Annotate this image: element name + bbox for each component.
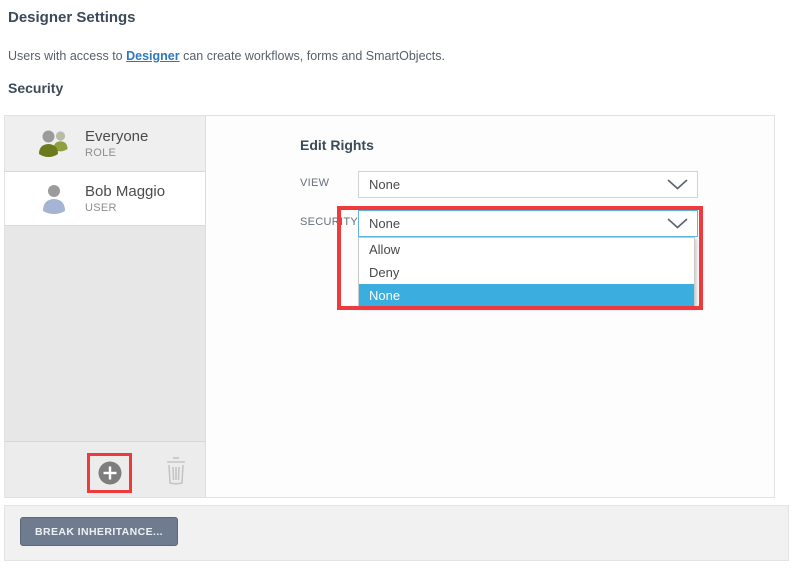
view-field-label: VIEW: [300, 177, 329, 189]
trash-icon: [162, 456, 190, 485]
dropdown-option-allow[interactable]: Allow: [359, 238, 694, 261]
security-field-label: SECURITY: [300, 216, 358, 228]
view-select-value: None: [369, 177, 667, 192]
page-title: Designer Settings: [8, 9, 136, 26]
delete-user-button[interactable]: [162, 455, 190, 485]
security-section-title: Security: [8, 80, 63, 96]
list-item-text: Everyone ROLE: [85, 128, 148, 159]
user-icon: [36, 183, 72, 215]
identity-type: ROLE: [85, 147, 148, 159]
security-select[interactable]: None: [358, 210, 698, 237]
chevron-down-icon: [667, 218, 688, 229]
list-item-everyone[interactable]: Everyone ROLE: [5, 116, 205, 172]
identity-name: Bob Maggio: [85, 183, 165, 201]
security-dropdown-list: Allow Deny None: [358, 237, 695, 308]
identity-list-toolbar: [5, 441, 205, 497]
edit-rights-title: Edit Rights: [300, 137, 374, 153]
add-user-button[interactable]: [96, 460, 123, 487]
description-text-before: Users with access to: [8, 49, 126, 63]
dropdown-option-none[interactable]: None: [359, 284, 694, 307]
chevron-down-icon: [667, 179, 688, 190]
description-text-after: can create workflows, forms and SmartObj…: [180, 49, 445, 63]
list-item-text: Bob Maggio USER: [85, 183, 165, 214]
add-button-highlight-box: [87, 453, 132, 493]
identity-list: Everyone ROLE Bob Maggio USER: [5, 116, 206, 497]
identity-type: USER: [85, 202, 165, 214]
page-description: Users with access to Designer can create…: [8, 49, 445, 63]
designer-link[interactable]: Designer: [126, 49, 180, 63]
break-inheritance-button[interactable]: BREAK INHERITANCE...: [20, 517, 178, 546]
plus-circle-icon: [97, 460, 123, 486]
view-select[interactable]: None: [358, 171, 698, 198]
dropdown-option-deny[interactable]: Deny: [359, 261, 694, 284]
edit-rights-panel: Edit Rights VIEW None SECURITY None Allo…: [206, 116, 774, 497]
security-panel: Everyone ROLE Bob Maggio USER: [4, 115, 775, 498]
security-select-value: None: [369, 216, 667, 231]
footer-bar: BREAK INHERITANCE...: [4, 505, 789, 561]
identity-name: Everyone: [85, 128, 148, 146]
role-group-icon: [36, 127, 72, 161]
identity-list-empty-area: [5, 226, 205, 441]
list-item-bob-maggio[interactable]: Bob Maggio USER: [5, 172, 205, 226]
